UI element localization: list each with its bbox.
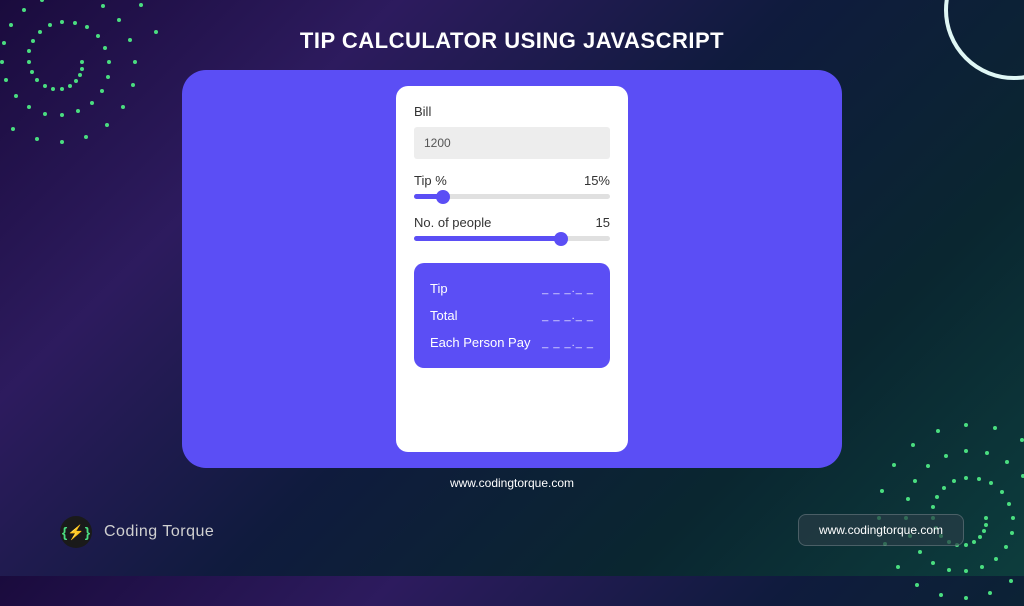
brand-name: Coding Torque <box>104 523 214 541</box>
result-tip-value: _ _ _._ _ <box>542 283 594 295</box>
brand-footer: {⚡} Coding Torque <box>60 516 214 548</box>
tip-slider[interactable] <box>414 194 610 199</box>
people-row-label: No. of people 15 <box>414 215 610 230</box>
result-total-label: Total <box>430 308 457 323</box>
decorative-dots-top-left <box>0 0 150 150</box>
footer-link-text: www.codingtorque.com <box>819 523 943 537</box>
result-each-row: Each Person Pay _ _ _._ _ <box>430 335 594 350</box>
page-title: TIP CALCULATOR USING JAVASCRIPT <box>300 28 724 54</box>
calculator-card: Bill Tip % 15% No. of people 15 Tip _ _ … <box>396 86 628 452</box>
result-tip-row: Tip _ _ _._ _ <box>430 281 594 296</box>
tip-slider-thumb[interactable] <box>436 190 450 204</box>
footer-link-button[interactable]: www.codingtorque.com <box>798 514 964 546</box>
preview-url: www.codingtorque.com <box>450 476 574 490</box>
logo-icon: {⚡} <box>60 516 92 548</box>
people-slider-fill <box>414 236 561 241</box>
result-each-value: _ _ _._ _ <box>542 337 594 349</box>
result-tip-label: Tip <box>430 281 448 296</box>
bill-label: Bill <box>414 104 610 119</box>
people-label: No. of people <box>414 215 491 230</box>
tip-value: 15% <box>584 173 610 188</box>
results-card: Tip _ _ _._ _ Total _ _ _._ _ Each Perso… <box>414 263 610 368</box>
result-total-row: Total _ _ _._ _ <box>430 308 594 323</box>
bill-input[interactable] <box>414 127 610 159</box>
tip-row-label: Tip % 15% <box>414 173 610 188</box>
people-slider[interactable] <box>414 236 610 241</box>
people-slider-thumb[interactable] <box>554 232 568 246</box>
decorative-circle <box>944 0 1024 80</box>
result-total-value: _ _ _._ _ <box>542 310 594 322</box>
tip-label: Tip % <box>414 173 447 188</box>
result-each-label: Each Person Pay <box>430 335 530 350</box>
people-value: 15 <box>596 215 610 230</box>
app-preview-frame: Bill Tip % 15% No. of people 15 Tip _ _ … <box>182 70 842 468</box>
